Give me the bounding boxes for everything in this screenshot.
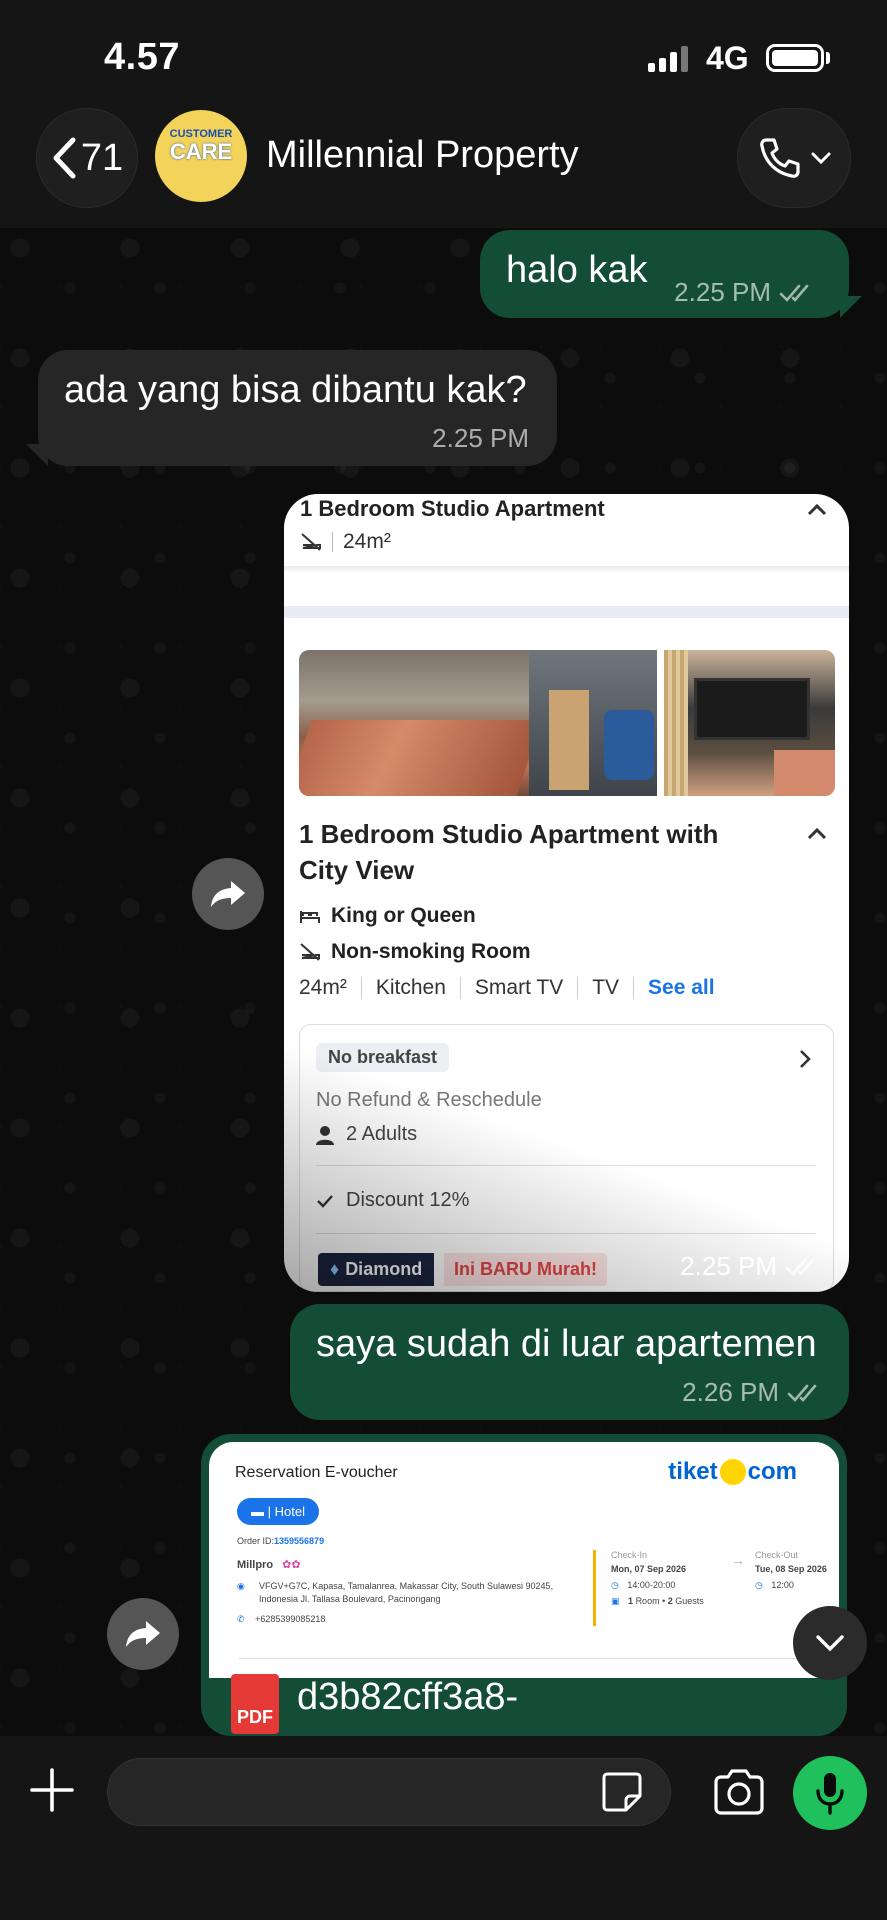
phone-icon: ✆ — [237, 1614, 245, 1624]
bed-icon: ▬ — [251, 1504, 264, 1519]
room-photo — [299, 650, 657, 796]
bubble-tail — [840, 296, 862, 318]
person-icon — [316, 1125, 334, 1145]
voice-record-button[interactable] — [793, 1756, 867, 1830]
clock-icon: ◷ — [611, 1580, 619, 1590]
bed-type: King or Queen — [331, 904, 476, 927]
arrow-right-icon: → — [731, 1552, 745, 1568]
location-icon: ◉ — [237, 1581, 245, 1591]
no-smoking-icon — [300, 943, 320, 961]
forward-button[interactable] — [192, 858, 264, 930]
smoking-policy: Non-smoking Room — [331, 940, 531, 963]
hotel-badge: ▬ | Hotel — [237, 1498, 319, 1525]
battery-tip — [826, 52, 830, 64]
tiket-logo: tiket com — [668, 1458, 797, 1485]
refund-policy: No Refund & Reschedule — [316, 1089, 542, 1111]
read-receipt-icon — [785, 1258, 815, 1276]
chevron-down-icon — [811, 152, 831, 165]
hotel-name: Millpro — [237, 1559, 274, 1571]
read-receipt-icon — [779, 284, 809, 302]
forward-button[interactable] — [107, 1598, 179, 1670]
message-time: 2.25 PM — [674, 277, 771, 307]
microphone-icon — [816, 1773, 844, 1815]
sticker-icon[interactable] — [600, 1770, 644, 1814]
network-type: 4G — [706, 40, 749, 76]
plus-icon[interactable] — [28, 1766, 76, 1814]
call-button[interactable] — [737, 108, 851, 208]
room-title-top: 1 Bedroom Studio Apartment — [300, 496, 605, 521]
room-photo — [664, 650, 835, 796]
checkin-time: 14:00-20:00 — [627, 1580, 676, 1590]
order-id: 1359556879 — [274, 1536, 325, 1546]
forward-icon — [211, 881, 245, 907]
incoming-message[interactable]: ada yang bisa dibantu kak? 2.25 PM — [38, 350, 557, 466]
amenity: Smart TV — [474, 976, 564, 999]
bubble-tail — [26, 444, 48, 466]
chevron-left-icon — [53, 137, 76, 179]
message-time: 2.25 PM — [432, 423, 529, 453]
checkout-label: Check-Out — [755, 1550, 799, 1560]
guest-count: 2 Adults — [346, 1123, 418, 1145]
document-preview: Reservation E-voucher tiket com ▬ | Hote… — [209, 1442, 839, 1678]
document-message[interactable]: Reservation E-voucher tiket com ▬ | Hote… — [201, 1434, 847, 1736]
pdf-icon: PDF — [231, 1674, 279, 1734]
clock-icon: ◷ — [755, 1580, 763, 1590]
voucher-title: Reservation E-voucher — [235, 1464, 398, 1481]
checkout-time: 12:00 — [771, 1580, 794, 1590]
check-icon — [317, 1194, 333, 1208]
chevron-up-icon — [807, 828, 827, 840]
forward-icon — [126, 1621, 160, 1647]
message-text: ada yang bisa dibantu kak? — [64, 369, 527, 411]
camera-icon[interactable] — [712, 1768, 766, 1816]
signal-icon — [648, 46, 688, 72]
avatar-text-big: CARE — [169, 139, 233, 165]
promo-badge: Ini BARU Murah! — [444, 1253, 607, 1286]
hotel-phone: +6285399085218 — [255, 1614, 326, 1624]
checkin-date: Mon, 07 Sep 2026 — [611, 1564, 687, 1574]
room-title: 1 Bedroom Studio Apartment with City Vie… — [299, 819, 719, 885]
message-input[interactable] — [107, 1758, 671, 1826]
status-time: 4.57 — [104, 36, 180, 78]
back-button[interactable]: 71 — [36, 108, 138, 208]
bed-icon — [300, 911, 320, 923]
battery-icon — [766, 44, 824, 72]
message-time: 2.26 PM — [682, 1377, 779, 1407]
checkout-date: Tue, 08 Sep 2026 — [755, 1564, 827, 1574]
avatar[interactable]: CUSTOMER CARE — [155, 110, 247, 202]
star-icon: ✿✿ — [282, 1559, 301, 1571]
discount-text: Discount 12% — [346, 1189, 470, 1211]
amenity: Kitchen — [375, 976, 446, 999]
amenities-row: 24m² Kitchen Smart TV TV See all — [299, 976, 715, 1000]
hotel-address: VFGV+G7C, Kapasa, Tamalanrea, Makassar C… — [259, 1581, 554, 1604]
diamond-badge: ♦ Diamond — [318, 1253, 435, 1286]
file-name: d3b82cff3a8- — [297, 1676, 519, 1718]
diamond-icon: ♦ — [330, 1259, 340, 1279]
breakfast-badge: No breakfast — [316, 1043, 450, 1072]
scroll-to-bottom-button[interactable] — [793, 1606, 867, 1680]
chat-header: 71 CUSTOMER CARE Millennial Property — [0, 100, 887, 228]
outgoing-message[interactable]: saya sudah di luar apartemen 2.26 PM — [290, 1304, 849, 1420]
status-bar: 4.57 4G — [0, 0, 887, 100]
unread-count: 71 — [80, 136, 124, 179]
message-time: 2.25 PM — [680, 1251, 777, 1281]
message-text: halo kak — [506, 249, 648, 291]
message-composer — [0, 1736, 887, 1920]
phone-icon — [760, 138, 800, 178]
room-size-top: 24m² — [343, 530, 391, 553]
read-receipt-icon — [787, 1384, 817, 1402]
checkin-label: Check-In — [611, 1550, 648, 1560]
image-message[interactable]: 1 Bedroom Studio Apartment 24m² 1 Bedroo… — [284, 494, 849, 1292]
amenity: TV — [592, 976, 620, 999]
see-all-link: See all — [648, 976, 715, 999]
no-smoking-icon — [301, 533, 321, 551]
amenity: 24m² — [299, 976, 347, 999]
room-icon: ▣ — [611, 1596, 620, 1606]
chevron-up-icon — [807, 504, 827, 516]
chevron-right-icon — [800, 1050, 811, 1068]
outgoing-message[interactable]: halo kak 2.25 PM — [480, 230, 849, 318]
message-text: saya sudah di luar apartemen — [316, 1323, 817, 1365]
contact-name[interactable]: Millennial Property — [266, 134, 579, 177]
chevron-down-icon — [816, 1635, 844, 1652]
